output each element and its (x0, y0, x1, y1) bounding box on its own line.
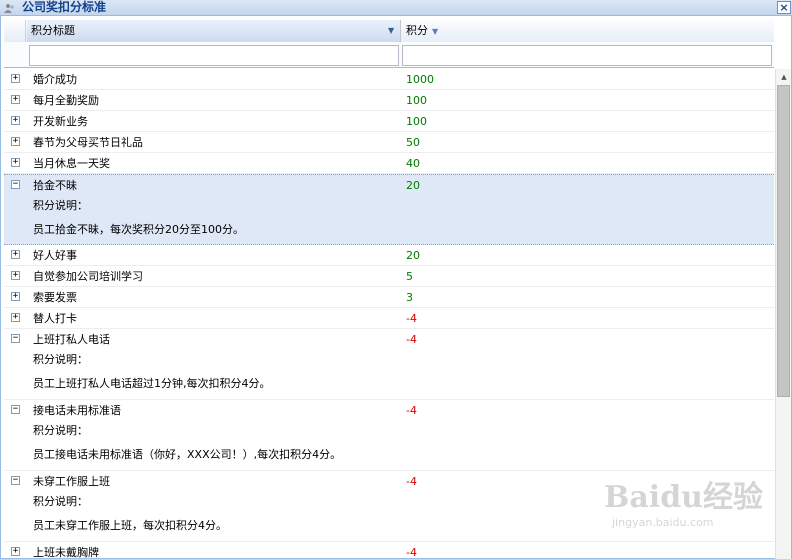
expand-icon[interactable]: + (11, 271, 20, 280)
table-row[interactable]: + 索要发票 3 (4, 287, 774, 308)
row-points: -4 (406, 475, 417, 488)
row-title: 上班未戴胸牌 (33, 546, 99, 559)
row-description-label: 积分说明： (33, 424, 88, 437)
expand-icon[interactable]: + (11, 547, 20, 556)
row-description-label: 积分说明： (33, 495, 88, 508)
title-filter-input[interactable] (29, 45, 399, 66)
column-header-points-label: 积分 (406, 24, 428, 37)
sort-desc-icon: ▼ (432, 27, 439, 36)
table-row[interactable]: + 开发新业务 100 (4, 111, 774, 132)
expand-icon[interactable]: + (11, 292, 20, 301)
table-row[interactable]: − 上班打私人电话 -4 积分说明： 员工上班打私人电话超过1分钟,每次扣积分4分。 (4, 329, 774, 400)
close-button[interactable]: × (777, 1, 791, 14)
row-points: 3 (406, 291, 413, 304)
row-title: 索要发票 (33, 291, 77, 304)
scrollbar-thumb[interactable] (777, 85, 790, 397)
expand-icon[interactable]: + (11, 116, 20, 125)
row-title: 每月全勤奖励 (33, 94, 99, 107)
row-title: 拾金不昧 (33, 179, 77, 192)
vertical-scrollbar[interactable]: ▲ (775, 69, 791, 559)
table-row[interactable]: + 好人好事 20 (4, 245, 774, 266)
table-row[interactable]: + 上班未戴胸牌 -4 (4, 542, 774, 559)
collapse-icon[interactable]: − (11, 334, 20, 343)
window-titlebar: 公司奖扣分标准 × (0, 0, 792, 16)
row-points: -4 (406, 546, 417, 559)
row-points: 50 (406, 136, 420, 149)
row-title: 春节为父母买节日礼品 (33, 136, 143, 149)
expand-icon[interactable]: + (11, 74, 20, 83)
row-title: 当月休息一天奖 (33, 157, 110, 170)
row-title: 上班打私人电话 (33, 333, 110, 346)
row-description-label: 积分说明： (33, 353, 88, 366)
expand-icon[interactable]: + (11, 95, 20, 104)
collapse-icon[interactable]: − (11, 405, 20, 414)
row-description: 员工未穿工作服上班，每次扣积分4分。 (33, 519, 227, 532)
column-header-title-label: 积分标题 (31, 24, 75, 37)
table-row[interactable]: + 婚介成功 1000 (4, 69, 774, 90)
watermark-url: jingyan.baidu.com (612, 516, 714, 529)
expand-icon[interactable]: + (11, 158, 20, 167)
table-row[interactable]: + 每月全勤奖励 100 (4, 90, 774, 111)
row-points: -4 (406, 333, 417, 346)
scroll-up-icon[interactable]: ▲ (776, 69, 792, 85)
table-row[interactable]: + 替人打卡 -4 (4, 308, 774, 329)
row-description: 员工上班打私人电话超过1分钟,每次扣积分4分。 (33, 377, 271, 390)
row-points: 5 (406, 270, 413, 283)
row-description: 员工拾金不昧，每次奖积分20分至100分。 (33, 223, 244, 236)
watermark: Baidu经验 jingyan.baidu.com (604, 470, 764, 540)
row-points: 40 (406, 157, 420, 170)
row-points: 1000 (406, 73, 434, 86)
table-row[interactable]: + 当月休息一天奖 40 (4, 153, 774, 174)
row-title: 自觉参加公司培训学习 (33, 270, 143, 283)
expand-icon[interactable]: + (11, 250, 20, 259)
points-filter-input[interactable] (402, 45, 772, 66)
row-title: 替人打卡 (33, 312, 77, 325)
table-row[interactable]: − 拾金不昧 20 积分说明： 员工拾金不昧，每次奖积分20分至100分。 (4, 174, 774, 245)
row-description-label: 积分说明： (33, 199, 88, 212)
row-title: 未穿工作服上班 (33, 475, 110, 488)
row-points: 20 (406, 249, 420, 262)
table-row[interactable]: + 自觉参加公司培训学习 5 (4, 266, 774, 287)
expand-icon[interactable]: + (11, 137, 20, 146)
row-title: 婚介成功 (33, 73, 77, 86)
row-title: 接电话未用标准语 (33, 404, 121, 417)
users-icon (4, 4, 14, 13)
column-header-title[interactable]: 积分标题 ▼ (27, 20, 401, 42)
table-row[interactable]: − 接电话未用标准语 -4 积分说明： 员工接电话未用标准语（你好，XXX公司！）,每次… (4, 400, 774, 471)
row-description: 员工接电话未用标准语（你好，XXX公司！）,每次扣积分4分。 (33, 448, 342, 461)
window-title: 公司奖扣分标准 (22, 0, 107, 14)
row-points: 100 (406, 94, 427, 107)
row-title: 好人好事 (33, 249, 77, 262)
grid-header: 积分标题 ▼ 积分 ▼ (4, 20, 774, 42)
row-points: 100 (406, 115, 427, 128)
row-points: -4 (406, 312, 417, 325)
expander-column-header (4, 20, 26, 42)
expand-icon[interactable]: + (11, 313, 20, 322)
row-title: 开发新业务 (33, 115, 88, 128)
column-menu-icon[interactable]: ▼ (388, 20, 398, 42)
collapse-icon[interactable]: − (11, 180, 20, 189)
row-points: -4 (406, 404, 417, 417)
collapse-icon[interactable]: − (11, 476, 20, 485)
watermark-logo: Baidu经验 (604, 480, 763, 515)
column-header-points[interactable]: 积分 ▼ (402, 20, 774, 42)
row-points: 20 (406, 179, 420, 192)
filter-row (4, 42, 774, 68)
table-row[interactable]: + 春节为父母买节日礼品 50 (4, 132, 774, 153)
